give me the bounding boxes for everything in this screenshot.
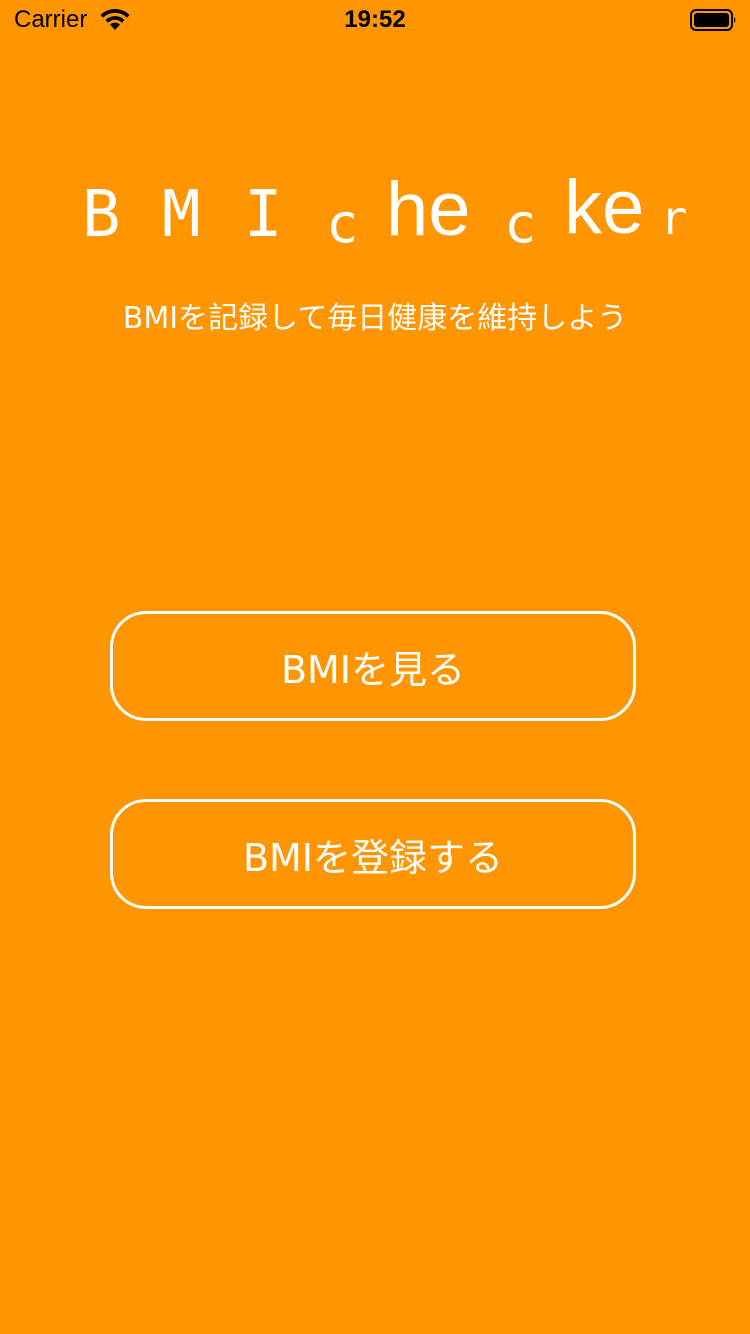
title-letter-c2: c — [504, 192, 537, 255]
view-bmi-button[interactable]: BMIを見る — [110, 611, 636, 721]
title-letter-b: B — [82, 178, 121, 252]
app-title: B M I c he c ke r — [82, 170, 702, 260]
view-bmi-label: BMIを見る — [280, 647, 466, 692]
subtitle: BMIを記録して毎日健康を維持しよう — [122, 301, 628, 336]
title-letter-i: I — [244, 178, 283, 252]
title-letter-m: M — [162, 178, 201, 252]
title-letter-c: c — [326, 192, 359, 255]
clock: 19:52 — [344, 6, 406, 33]
status-bar: Carrier 19:52 — [0, 0, 750, 40]
title-letter-r: r — [660, 191, 688, 245]
title-letters-he: he — [386, 167, 471, 252]
register-bmi-button[interactable]: BMIを登録する — [110, 799, 636, 909]
register-bmi-label: BMIを登録する — [242, 835, 504, 880]
title-letters-ke: ke — [564, 165, 645, 250]
battery-icon — [690, 9, 736, 31]
